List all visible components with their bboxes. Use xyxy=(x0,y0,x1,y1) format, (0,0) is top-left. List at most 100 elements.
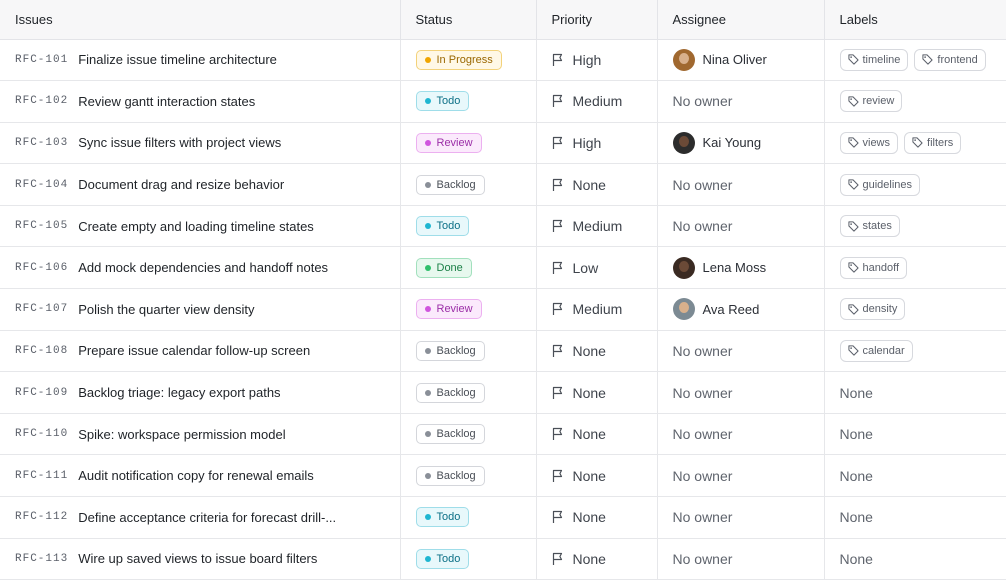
status-badge[interactable]: Done xyxy=(415,257,472,278)
assignee-cell[interactable]: Kai Young xyxy=(657,122,825,165)
label-chip[interactable]: calendar xyxy=(839,339,913,362)
status-cell[interactable]: Todo xyxy=(400,538,537,580)
issue-cell[interactable]: RFC-106 Add mock dependencies and handoff… xyxy=(0,246,401,290)
priority-cell[interactable]: None xyxy=(536,371,658,414)
labels-cell[interactable]: calendar xyxy=(824,330,1006,373)
issue-title[interactable]: Create empty and loading timeline states xyxy=(78,219,314,234)
status-cell[interactable]: In Progress xyxy=(400,39,537,82)
issue-title[interactable]: Wire up saved views to issue board filte… xyxy=(78,551,317,566)
issue-title[interactable]: Backlog triage: legacy export paths xyxy=(78,385,280,400)
label-chip[interactable]: filters xyxy=(904,131,962,154)
labels-cell[interactable]: None xyxy=(824,371,1006,414)
table-row[interactable]: RFC-106 Add mock dependencies and handoff… xyxy=(0,246,1006,290)
priority-cell[interactable]: Medium xyxy=(536,205,658,248)
table-row[interactable]: RFC-110 Spike: workspace permission model… xyxy=(0,413,1006,456)
assignee-cell[interactable]: Nina Oliver xyxy=(657,39,825,82)
labels-cell[interactable]: timeline frontend xyxy=(824,39,1006,82)
table-row[interactable]: RFC-113 Wire up saved views to issue boar… xyxy=(0,538,1006,580)
priority-cell[interactable]: Medium xyxy=(536,80,658,123)
label-chip[interactable]: review xyxy=(839,90,903,113)
label-chip[interactable]: states xyxy=(839,215,900,238)
status-cell[interactable]: Done xyxy=(400,246,537,290)
table-row[interactable]: RFC-108 Prepare issue calendar follow-up … xyxy=(0,330,1006,373)
status-cell[interactable]: Backlog xyxy=(400,454,537,498)
column-header-labels[interactable]: Labels xyxy=(824,0,1006,40)
status-badge[interactable]: Review xyxy=(415,299,482,320)
assignee-cell[interactable]: No owner xyxy=(657,496,825,539)
priority-cell[interactable]: None xyxy=(536,496,658,539)
table-row[interactable]: RFC-102 Review gantt interaction states To… xyxy=(0,80,1006,123)
priority-cell[interactable]: None xyxy=(536,163,658,206)
issue-cell[interactable]: RFC-102 Review gantt interaction states xyxy=(0,80,401,123)
issue-cell[interactable]: RFC-108 Prepare issue calendar follow-up … xyxy=(0,330,401,373)
labels-cell[interactable]: guidelines xyxy=(824,163,1006,206)
issue-title[interactable]: Prepare issue calendar follow-up screen xyxy=(78,343,310,358)
assignee-cell[interactable]: No owner xyxy=(657,163,825,206)
labels-cell[interactable]: density xyxy=(824,288,1006,331)
labels-cell[interactable]: views filters xyxy=(824,122,1006,165)
status-badge[interactable]: Backlog xyxy=(415,340,485,361)
table-row[interactable]: RFC-112 Define acceptance criteria for fo… xyxy=(0,496,1006,539)
assignee-cell[interactable]: Lena Moss xyxy=(657,246,825,290)
issue-title[interactable]: Document drag and resize behavior xyxy=(78,177,284,192)
assignee-cell[interactable]: No owner xyxy=(657,413,825,456)
status-cell[interactable]: Todo xyxy=(400,205,537,248)
status-badge[interactable]: Backlog xyxy=(415,465,485,486)
priority-cell[interactable]: None xyxy=(536,413,658,456)
status-badge[interactable]: In Progress xyxy=(415,49,502,70)
table-row[interactable]: RFC-104 Document drag and resize behavior… xyxy=(0,163,1006,206)
status-badge[interactable]: Review xyxy=(415,132,482,153)
priority-cell[interactable]: None xyxy=(536,454,658,498)
issue-cell[interactable]: RFC-105 Create empty and loading timeline… xyxy=(0,205,401,248)
issue-title[interactable]: Review gantt interaction states xyxy=(78,94,255,109)
priority-cell[interactable]: High xyxy=(536,122,658,165)
status-cell[interactable]: Backlog xyxy=(400,163,537,206)
column-header-status[interactable]: Status xyxy=(400,0,537,40)
status-cell[interactable]: Backlog xyxy=(400,371,537,414)
issue-cell[interactable]: RFC-107 Polish the quarter view density xyxy=(0,288,401,331)
table-row[interactable]: RFC-107 Polish the quarter view density Re… xyxy=(0,288,1006,331)
labels-cell[interactable]: None xyxy=(824,413,1006,456)
label-chip[interactable]: frontend xyxy=(914,48,986,71)
label-chip[interactable]: guidelines xyxy=(839,173,921,196)
assignee-cell[interactable]: No owner xyxy=(657,205,825,248)
issue-cell[interactable]: RFC-113 Wire up saved views to issue boar… xyxy=(0,538,401,580)
assignee-cell[interactable]: No owner xyxy=(657,330,825,373)
issue-cell[interactable]: RFC-103 Sync issue filters with project v… xyxy=(0,122,401,165)
issue-title[interactable]: Define acceptance criteria for forecast … xyxy=(78,510,336,525)
column-header-assignee[interactable]: Assignee xyxy=(657,0,825,40)
label-chip[interactable]: handoff xyxy=(839,256,908,279)
issue-cell[interactable]: RFC-110 Spike: workspace permission model xyxy=(0,413,401,456)
issue-cell[interactable]: RFC-101 Finalize issue timeline architect… xyxy=(0,39,401,82)
column-header-priority[interactable]: Priority xyxy=(536,0,658,40)
status-badge[interactable]: Backlog xyxy=(415,424,485,445)
table-row[interactable]: RFC-109 Backlog triage: legacy export pat… xyxy=(0,371,1006,414)
status-cell[interactable]: Review xyxy=(400,122,537,165)
status-cell[interactable]: Backlog xyxy=(400,413,537,456)
issue-title[interactable]: Polish the quarter view density xyxy=(78,302,254,317)
priority-cell[interactable]: High xyxy=(536,39,658,82)
priority-cell[interactable]: None xyxy=(536,330,658,373)
labels-cell[interactable]: handoff xyxy=(824,246,1006,290)
issue-title[interactable]: Finalize issue timeline architecture xyxy=(78,52,277,67)
issue-cell[interactable]: RFC-111 Audit notification copy for renew… xyxy=(0,454,401,498)
status-cell[interactable]: Backlog xyxy=(400,330,537,373)
labels-cell[interactable]: None xyxy=(824,538,1006,580)
labels-cell[interactable]: None xyxy=(824,454,1006,498)
issue-title[interactable]: Spike: workspace permission model xyxy=(78,427,285,442)
assignee-cell[interactable]: Ava Reed xyxy=(657,288,825,331)
label-chip[interactable]: views xyxy=(839,131,899,154)
issue-cell[interactable]: RFC-109 Backlog triage: legacy export pat… xyxy=(0,371,401,414)
status-badge[interactable]: Todo xyxy=(415,507,470,528)
label-chip[interactable]: density xyxy=(839,298,906,321)
priority-cell[interactable]: None xyxy=(536,538,658,580)
table-row[interactable]: RFC-103 Sync issue filters with project v… xyxy=(0,122,1006,165)
labels-cell[interactable]: None xyxy=(824,496,1006,539)
table-row[interactable]: RFC-111 Audit notification copy for renew… xyxy=(0,454,1006,498)
status-badge[interactable]: Backlog xyxy=(415,382,485,403)
status-badge[interactable]: Todo xyxy=(415,91,470,112)
assignee-cell[interactable]: No owner xyxy=(657,80,825,123)
table-row[interactable]: RFC-101 Finalize issue timeline architect… xyxy=(0,39,1006,82)
labels-cell[interactable]: states xyxy=(824,205,1006,248)
status-badge[interactable]: Todo xyxy=(415,216,470,237)
